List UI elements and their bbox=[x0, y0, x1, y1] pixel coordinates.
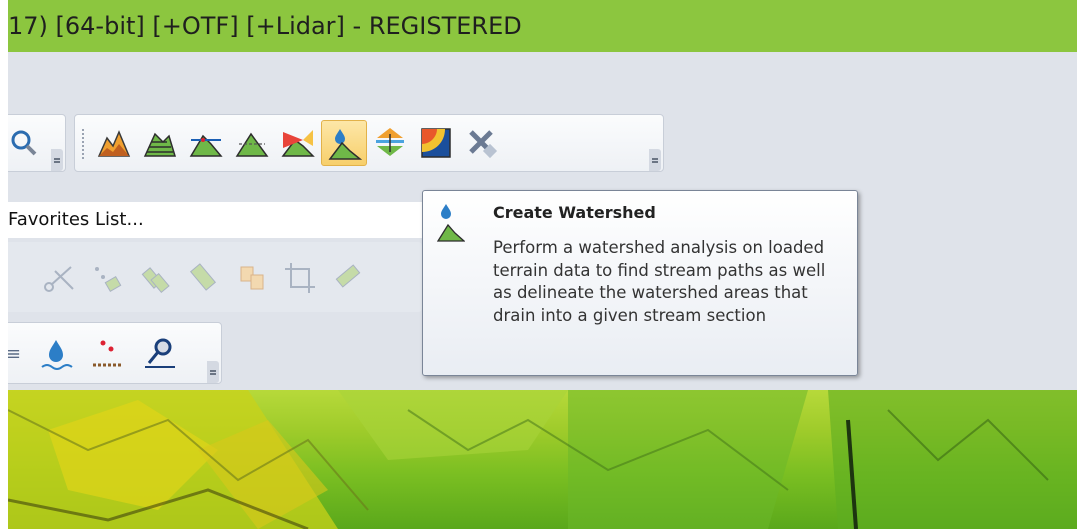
move-feature-icon bbox=[141, 267, 170, 294]
density-grid-icon bbox=[421, 128, 451, 158]
create-watershed-icon bbox=[437, 204, 465, 242]
terrain-slope-icon bbox=[235, 132, 269, 157]
search-button[interactable] bbox=[8, 120, 51, 166]
toolbar-overflow-button[interactable] bbox=[207, 361, 219, 383]
scissors-icon bbox=[44, 266, 74, 292]
copy-feature-icon bbox=[240, 266, 264, 290]
vertex-edit-icon bbox=[95, 267, 122, 293]
split-feature-button[interactable] bbox=[37, 255, 83, 301]
move-feature-button[interactable] bbox=[133, 255, 179, 301]
create-watershed-icon bbox=[328, 129, 362, 160]
density-grid-button[interactable] bbox=[413, 120, 459, 166]
line-of-sight-button[interactable] bbox=[183, 120, 229, 166]
add-water-feature-button[interactable] bbox=[33, 331, 79, 377]
toolbar-grip[interactable] bbox=[82, 129, 87, 159]
points-icon bbox=[93, 340, 123, 367]
crop-button[interactable] bbox=[277, 255, 323, 301]
search-icon bbox=[11, 130, 37, 156]
measure-button[interactable] bbox=[325, 255, 371, 301]
remove-tool-icon bbox=[469, 130, 498, 159]
list-button[interactable] bbox=[8, 331, 25, 377]
rotate-feature-button[interactable] bbox=[181, 255, 227, 301]
search-location-button[interactable] bbox=[137, 331, 183, 377]
copy-feature-button[interactable] bbox=[229, 255, 275, 301]
key-search-icon bbox=[145, 338, 175, 368]
app-window: 17) [64-bit] [+OTF] [+Lidar] - REGISTERE… bbox=[8, 0, 1077, 529]
toolbar-overflow-button[interactable] bbox=[51, 149, 63, 171]
tooltip-title: Create Watershed bbox=[493, 203, 656, 222]
combine-terrain-button[interactable] bbox=[367, 120, 413, 166]
create-watershed-button[interactable] bbox=[321, 120, 367, 166]
view-shed-button[interactable] bbox=[275, 120, 321, 166]
tooltip-description: Perform a watershed analysis on loaded t… bbox=[493, 238, 826, 325]
toolbar-overflow-button[interactable] bbox=[649, 149, 661, 171]
favorites-list-label: Favorites List... bbox=[8, 209, 144, 230]
line-of-sight-icon bbox=[189, 134, 223, 157]
rotate-feature-icon bbox=[189, 263, 217, 291]
drawing-toolbar bbox=[8, 322, 222, 384]
combine-terrain-icon bbox=[376, 128, 404, 156]
terrain-slope-button[interactable] bbox=[229, 120, 275, 166]
window-titlebar[interactable]: 17) [64-bit] [+OTF] [+Lidar] - REGISTERE… bbox=[8, 0, 1077, 52]
terrain-shaded-relief bbox=[8, 390, 1077, 529]
terrain-analysis-toolbar bbox=[74, 114, 664, 172]
terrain-map-view[interactable] bbox=[8, 390, 1077, 529]
crop-icon bbox=[285, 263, 315, 293]
add-point-button[interactable] bbox=[85, 331, 131, 377]
editing-toolbar bbox=[8, 242, 422, 312]
contour-generation-icon bbox=[143, 132, 177, 157]
create-watershed-tooltip: Create Watershed Perform a watershed ana… bbox=[422, 190, 858, 376]
vertex-edit-button[interactable] bbox=[85, 255, 131, 301]
terrain-profile-icon bbox=[97, 130, 131, 157]
water-drop-icon bbox=[41, 340, 73, 370]
view-shed-icon bbox=[281, 130, 315, 157]
remove-tool-button[interactable] bbox=[459, 120, 505, 166]
measure-icon bbox=[335, 264, 361, 288]
contour-generation-button[interactable] bbox=[137, 120, 183, 166]
toolbar-left-partial bbox=[8, 114, 66, 172]
window-title: 17) [64-bit] [+OTF] [+Lidar] - REGISTERE… bbox=[8, 12, 522, 40]
list-icon bbox=[8, 350, 20, 358]
terrain-profile-button[interactable] bbox=[91, 120, 137, 166]
